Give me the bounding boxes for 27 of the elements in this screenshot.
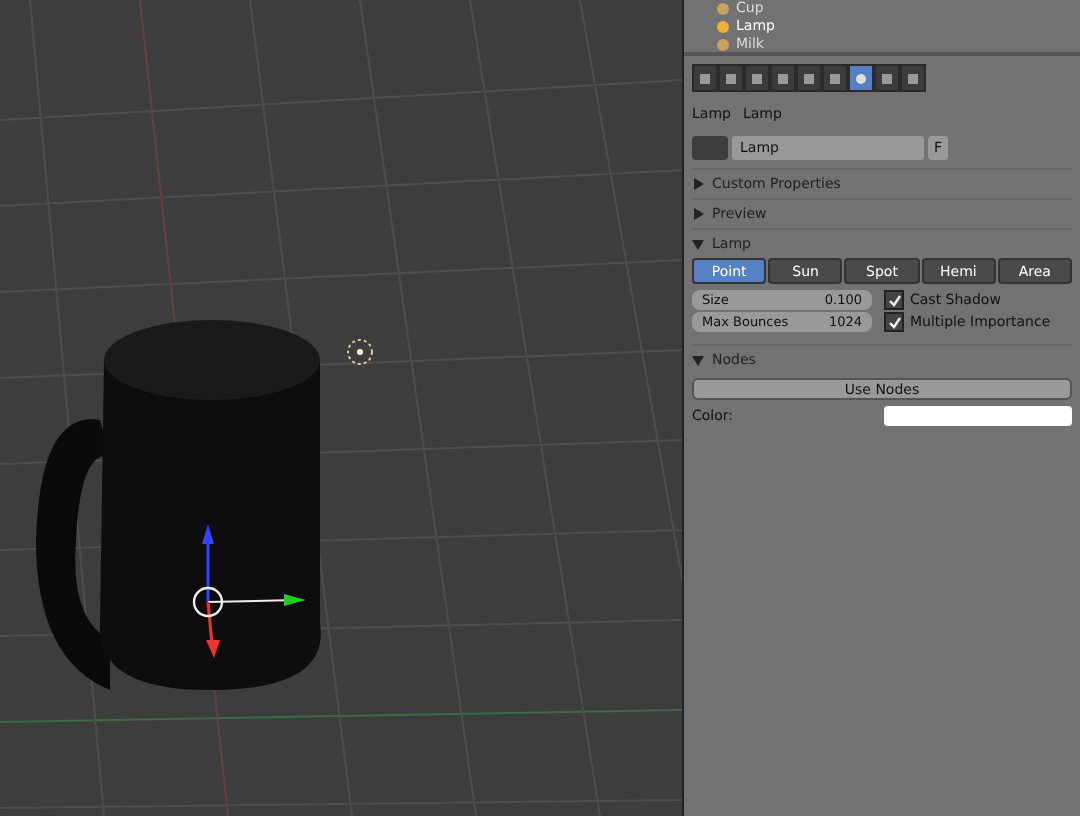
square-icon xyxy=(776,71,790,85)
color-swatch[interactable] xyxy=(884,406,1072,426)
checkbox[interactable] xyxy=(884,290,904,310)
context-tab[interactable] xyxy=(692,64,718,92)
disclosure-triangle-icon[interactable] xyxy=(692,177,704,189)
square-icon xyxy=(828,71,842,85)
context-tab[interactable] xyxy=(796,64,822,92)
checkbox[interactable] xyxy=(884,312,904,332)
lamp-icon[interactable] xyxy=(347,339,373,365)
square-icon xyxy=(724,71,738,85)
transform-gizmo[interactable] xyxy=(192,524,306,658)
lamp-icon xyxy=(854,71,868,85)
context-tab[interactable] xyxy=(848,64,874,92)
disclosure-triangle-icon[interactable] xyxy=(692,353,704,365)
context-tab[interactable] xyxy=(822,64,848,92)
square-icon xyxy=(698,71,712,85)
context-tab[interactable] xyxy=(874,64,900,92)
context-tab[interactable] xyxy=(770,64,796,92)
disclosure-triangle-icon[interactable] xyxy=(692,237,704,249)
square-icon xyxy=(750,71,764,85)
disclosure-triangle-icon[interactable] xyxy=(692,207,704,219)
square-icon xyxy=(880,71,894,85)
square-icon xyxy=(802,71,816,85)
context-tab[interactable] xyxy=(900,64,926,92)
square-icon xyxy=(906,71,920,85)
context-tab[interactable] xyxy=(744,64,770,92)
context-tab[interactable] xyxy=(718,64,744,92)
